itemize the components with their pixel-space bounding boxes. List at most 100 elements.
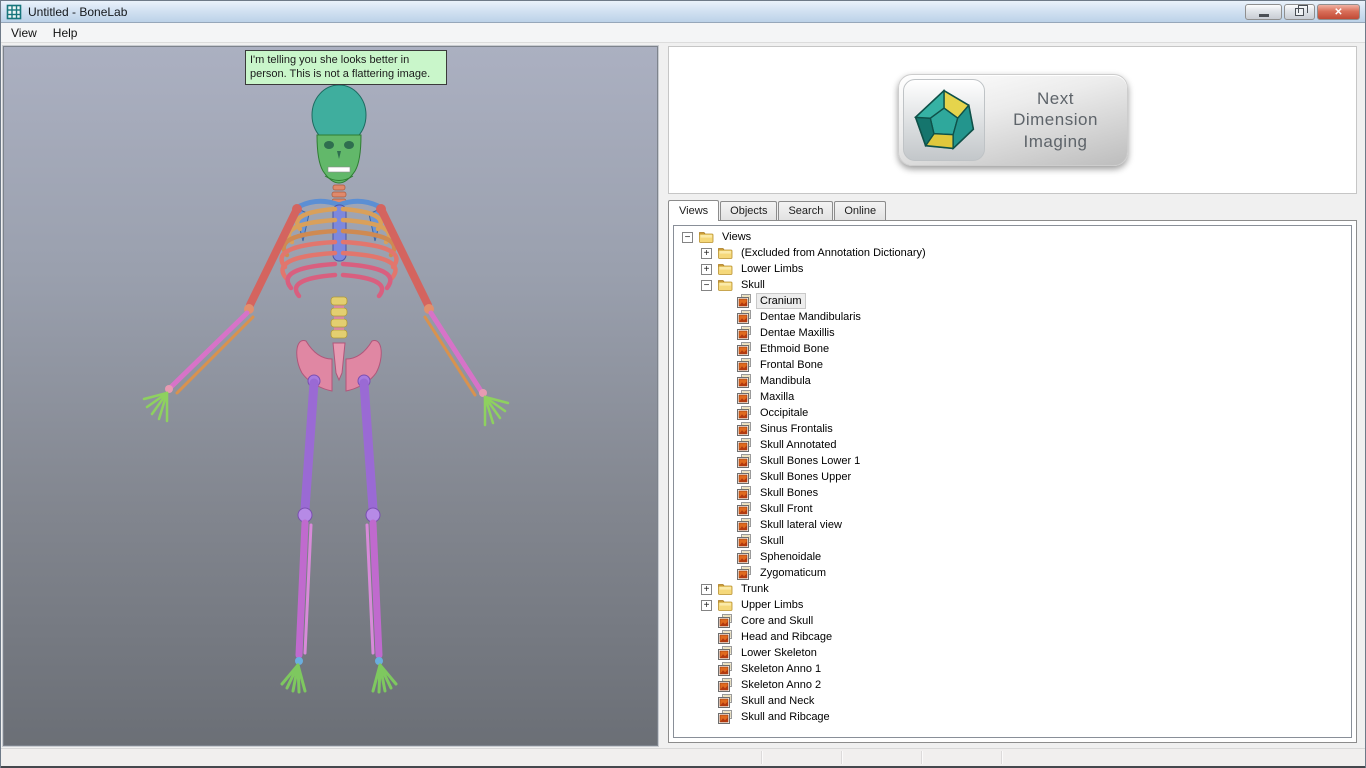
tree-item-label: Zygomaticum [757, 566, 829, 580]
tree-item-label: Maxilla [757, 390, 797, 404]
main-content: I'm telling you she looks better in pers… [1, 43, 1365, 748]
tree-item[interactable]: Skeleton Anno 1 [676, 661, 1351, 677]
tree-item[interactable]: −Skull [676, 277, 1351, 293]
tree-item-label: Sinus Frontalis [757, 422, 836, 436]
tree-item-label: Mandibula [757, 374, 814, 388]
view-icon [737, 534, 753, 548]
status-pane-divider [841, 751, 842, 764]
annotation-tooltip: I'm telling you she looks better in pers… [245, 50, 447, 85]
tree-item-label: Core and Skull [738, 614, 816, 628]
view-icon [737, 422, 753, 436]
view-icon [718, 630, 734, 644]
tree-item[interactable]: Skeleton Anno 2 [676, 677, 1351, 693]
window-controls: ✕ [1245, 4, 1360, 20]
tree-item[interactable]: + Upper Limbs [676, 597, 1351, 613]
logo-panel: Next Dimension Imaging [668, 46, 1357, 194]
tree-item-label: Skull lateral view [757, 518, 845, 532]
tree-item[interactable]: Maxilla [676, 389, 1351, 405]
tree-item[interactable]: Dentae Mandibularis [676, 309, 1351, 325]
expand-icon[interactable]: + [701, 584, 712, 595]
menu-view[interactable]: View [3, 24, 45, 42]
tree-item-label: Skull Front [757, 502, 816, 516]
tree-item[interactable]: + (Excluded from Annotation Dictionary) [676, 245, 1351, 261]
view-icon [737, 294, 753, 308]
view-icon [737, 374, 753, 388]
tab-objects[interactable]: Objects [720, 201, 777, 220]
tree-item-label: Lower Skeleton [738, 646, 820, 660]
view-icon [737, 470, 753, 484]
app-grid-icon [6, 4, 22, 20]
status-pane-divider [921, 751, 922, 764]
3d-viewport[interactable]: I'm telling you she looks better in pers… [3, 46, 658, 746]
close-icon: ✕ [1334, 7, 1342, 18]
tree-item[interactable]: Skull Front [676, 501, 1351, 517]
view-icon [737, 326, 753, 340]
right-panel: Next Dimension Imaging ViewsObjectsSearc… [668, 43, 1365, 748]
tree-item[interactable]: Ethmoid Bone [676, 341, 1351, 357]
view-icon [737, 438, 753, 452]
tree-item[interactable]: + Lower Limbs [676, 261, 1351, 277]
tree-item[interactable]: Skull and Ribcage [676, 709, 1351, 725]
tree-item[interactable]: Skull Bones [676, 485, 1351, 501]
folder-icon [718, 246, 734, 260]
tree-item-label: Skeleton Anno 2 [738, 678, 824, 692]
folder-icon [718, 262, 734, 276]
view-icon [718, 662, 734, 676]
tree-item-label: Skeleton Anno 1 [738, 662, 824, 676]
tree-item[interactable]: Zygomaticum [676, 565, 1351, 581]
view-icon [737, 550, 753, 564]
tab-views[interactable]: Views [668, 200, 719, 221]
view-icon [737, 342, 753, 356]
tree-item[interactable]: Sphenoidale [676, 549, 1351, 565]
tree-item[interactable]: Skull lateral view [676, 517, 1351, 533]
menu-help[interactable]: Help [45, 24, 86, 42]
minimize-button[interactable] [1245, 4, 1282, 20]
tree-item[interactable]: Lower Skeleton [676, 645, 1351, 661]
tree-item[interactable]: Sinus Frontalis [676, 421, 1351, 437]
tree-item[interactable]: Skull Annotated [676, 437, 1351, 453]
tree-item[interactable]: Dentae Maxillis [676, 325, 1351, 341]
tree-item[interactable]: Occipitale [676, 405, 1351, 421]
view-icon [737, 566, 753, 580]
tree-item-label: Skull [757, 534, 787, 548]
view-icon [737, 310, 753, 324]
tree-item[interactable]: Head and Ribcage [676, 629, 1351, 645]
tree-item[interactable]: Mandibula [676, 373, 1351, 389]
logo-text: Next Dimension Imaging [985, 88, 1127, 152]
tree-item[interactable]: Skull Bones Upper [676, 469, 1351, 485]
close-button[interactable]: ✕ [1317, 4, 1360, 20]
tree-item[interactable]: Cranium [676, 293, 1351, 309]
tree-item[interactable]: −Views [676, 229, 1351, 245]
views-tree[interactable]: −Views + (Excluded from Annotation Diction… [673, 225, 1352, 738]
views-tab-page: −Views + (Excluded from Annotation Diction… [668, 220, 1357, 743]
tree-item[interactable]: +Trunk [676, 581, 1351, 597]
collapse-icon[interactable]: − [682, 232, 693, 243]
expand-icon[interactable]: + [701, 248, 712, 259]
expand-icon[interactable]: + [701, 264, 712, 275]
folder-icon [699, 230, 715, 244]
collapse-icon[interactable]: − [701, 280, 712, 291]
view-icon [737, 518, 753, 532]
tree-item[interactable]: Core and Skull [676, 613, 1351, 629]
view-icon [737, 358, 753, 372]
menu-bar: View Help [1, 23, 1365, 43]
status-pane-divider [1001, 751, 1002, 764]
tree-item-label: Upper Limbs [738, 598, 806, 612]
tree-item[interactable]: Frontal Bone [676, 357, 1351, 373]
view-icon [737, 390, 753, 404]
ndi-logo-banner[interactable]: Next Dimension Imaging [898, 74, 1128, 166]
restore-button[interactable] [1284, 4, 1315, 20]
tree-item[interactable]: Skull [676, 533, 1351, 549]
tree-item-label: Skull Bones Lower 1 [757, 454, 863, 468]
tree-item-label: Lower Limbs [738, 262, 806, 276]
status-bar [1, 748, 1365, 766]
tree-item-label: (Excluded from Annotation Dictionary) [738, 246, 929, 260]
tab-online[interactable]: Online [834, 201, 886, 220]
tab-search[interactable]: Search [778, 201, 833, 220]
dodecahedron-icon [903, 79, 985, 161]
restore-icon [1295, 8, 1304, 16]
expand-icon[interactable]: + [701, 600, 712, 611]
skeleton-model [4, 47, 659, 747]
tree-item[interactable]: Skull Bones Lower 1 [676, 453, 1351, 469]
tree-item[interactable]: Skull and Neck [676, 693, 1351, 709]
